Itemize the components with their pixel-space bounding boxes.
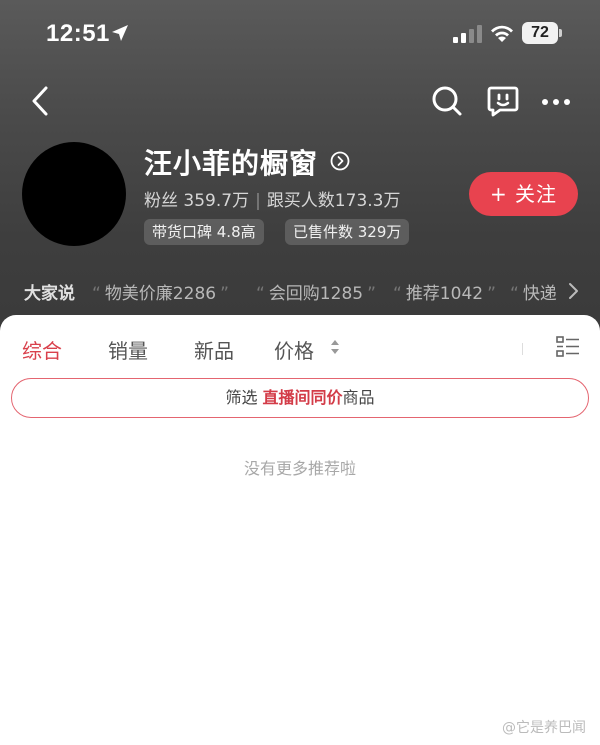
review-chip[interactable]: “推荐1042”	[393, 279, 496, 304]
cell-signal-icon	[453, 25, 482, 43]
sold-count-tag[interactable]: 已售件数 329万	[285, 219, 410, 245]
filter-suffix: 商品	[342, 388, 375, 407]
chevron-right-circle-icon[interactable]	[330, 151, 350, 171]
status-bar: 12:51 72	[0, 0, 600, 68]
reputation-tag[interactable]: 带货口碑 4.8高	[144, 219, 264, 245]
more-icon[interactable]	[540, 92, 572, 112]
tab-sales[interactable]: 销量	[108, 335, 148, 364]
review-chip[interactable]: “会回购1285”	[256, 279, 376, 304]
tab-new[interactable]: 新品	[194, 335, 234, 364]
battery-cap	[559, 29, 562, 37]
status-time: 12:51	[46, 20, 110, 47]
reviews-title: 大家说	[24, 284, 75, 304]
tab-price[interactable]: 价格	[274, 335, 314, 364]
live-price-filter-button[interactable]: 筛选 直播间同价商品	[11, 378, 589, 418]
follow-button[interactable]: + 关注	[469, 172, 578, 216]
filter-highlight: 直播间同价	[262, 388, 343, 407]
divider	[522, 343, 523, 355]
search-icon[interactable]	[430, 84, 464, 118]
list-layout-icon[interactable]	[556, 336, 580, 358]
battery-indicator: 72	[522, 22, 562, 44]
wifi-icon	[491, 25, 513, 42]
chevron-right-icon[interactable]	[566, 281, 580, 301]
stats-divider: |	[255, 191, 261, 211]
fans-count: 粉丝 359.7万	[144, 191, 250, 211]
message-icon[interactable]	[486, 84, 520, 118]
avatar[interactable]	[22, 142, 126, 246]
review-chip[interactable]: “快递	[510, 279, 557, 304]
tab-comprehensive[interactable]: 综合	[22, 335, 62, 364]
reviews-bar[interactable]: 大家说 “物美价廉2286” “会回购1285” “推荐1042” “快递	[0, 276, 600, 306]
location-arrow-icon	[112, 25, 128, 41]
sort-arrows-icon[interactable]	[330, 338, 340, 356]
battery-level: 72	[522, 22, 558, 44]
product-panel: 综合 销量 新品 价格 筛选 直播间同价商品 没有更多推荐啦	[0, 315, 600, 745]
watermark: @它是养巴闻	[502, 720, 586, 736]
shop-name[interactable]: 汪小菲的橱窗	[144, 142, 318, 182]
back-arrow-icon[interactable]	[26, 84, 56, 118]
review-chip[interactable]: “物美价廉2286”	[92, 279, 229, 304]
empty-state-message: 没有更多推荐啦	[243, 459, 356, 478]
buyers-count: 跟买人数173.3万	[266, 191, 401, 211]
stats-line: 粉丝 359.7万 | 跟买人数173.3万	[144, 186, 400, 211]
filter-prefix: 筛选	[225, 388, 263, 407]
